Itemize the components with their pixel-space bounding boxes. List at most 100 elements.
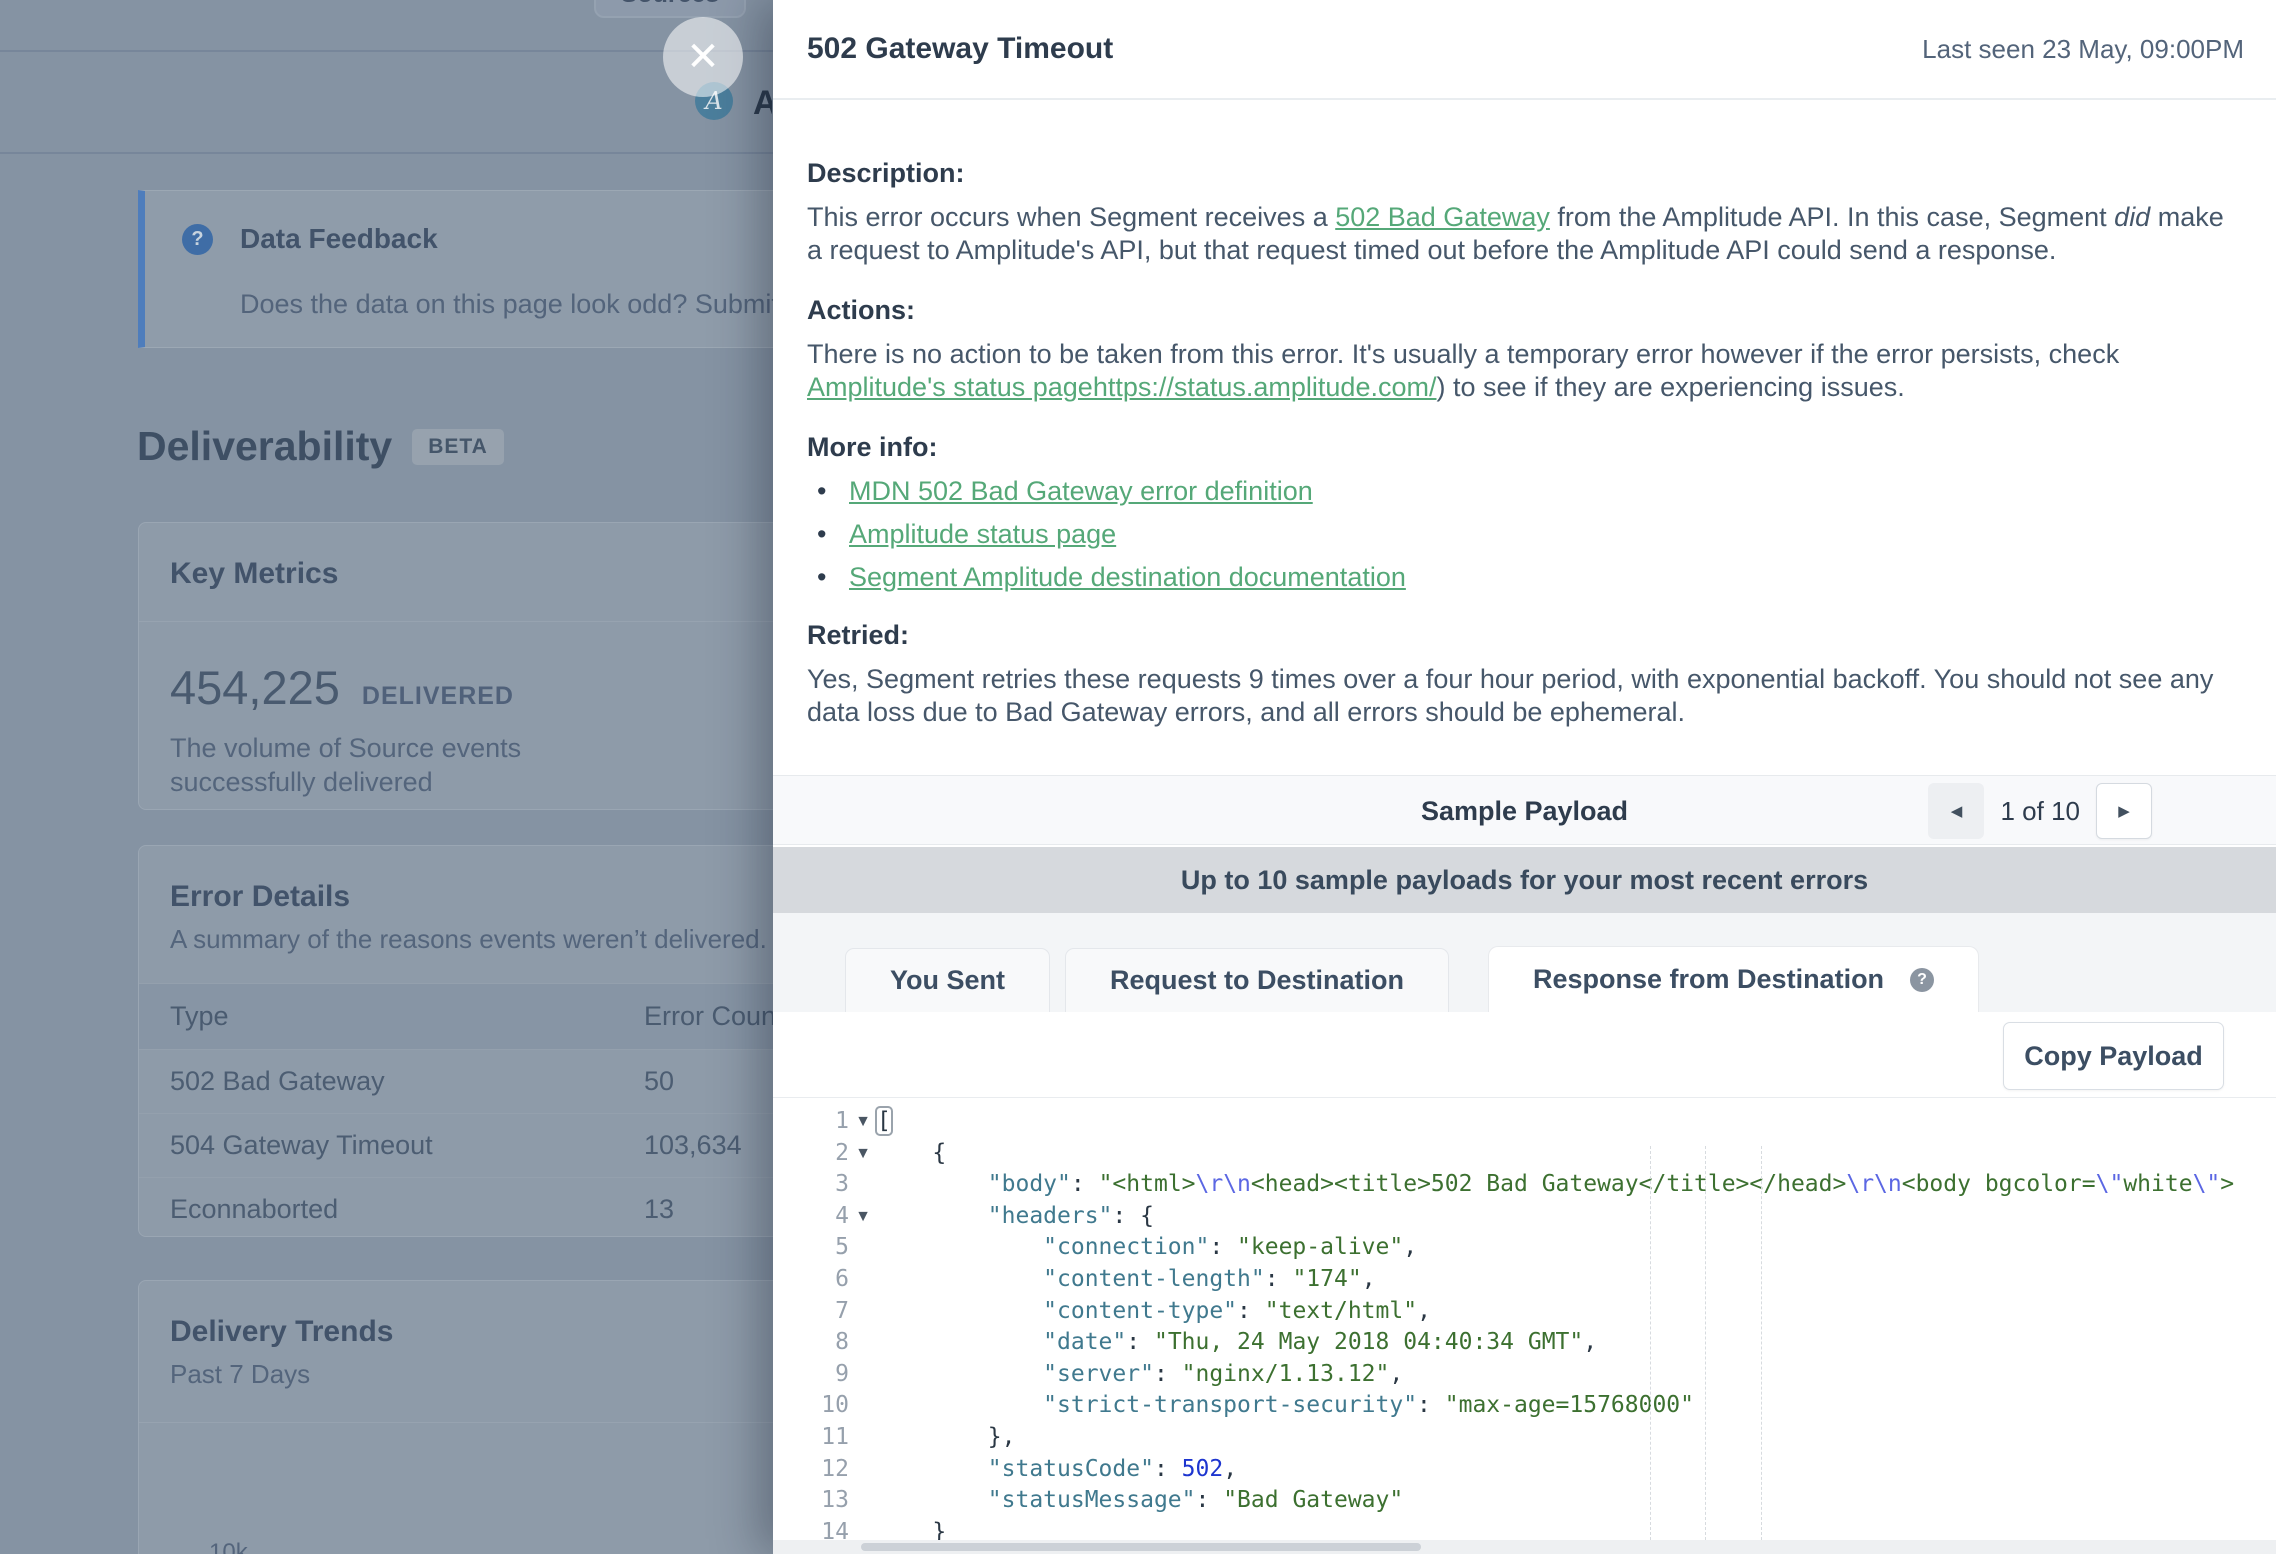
next-payload-button[interactable]: ▶: [2096, 783, 2152, 839]
fold-gutter: [849, 1422, 877, 1454]
topbar-divider: [0, 50, 773, 52]
fold-arrow-icon[interactable]: ▼: [849, 1138, 877, 1170]
more-info-item: Segment Amplitude destination documentat…: [817, 561, 2242, 594]
page-title-clipped: Amplitude: [753, 84, 772, 126]
line-number: 8: [807, 1327, 849, 1359]
indent-guide: [1705, 1146, 1706, 1540]
code-line: 14 }: [807, 1517, 2276, 1540]
panel-title: 502 Gateway Timeout: [807, 32, 1113, 66]
description-heading: Description:: [807, 158, 2242, 189]
inline-link[interactable]: 502 Bad Gateway: [1335, 202, 1550, 232]
payload-code-editor[interactable]: 1▼[2▼ {3 "body": "<html>\r\n<head><title…: [773, 1098, 2276, 1540]
retried-heading: Retried:: [807, 620, 2242, 651]
pageheader-divider: [0, 152, 773, 154]
more-info-item: Amplitude status page: [817, 518, 2242, 551]
panel-body: Description: This error occurs when Segm…: [773, 100, 2276, 729]
question-circle-icon: ?: [182, 224, 213, 255]
line-number: 2: [807, 1138, 849, 1170]
data-feedback-title: Data Feedback: [240, 223, 438, 255]
fold-gutter: [849, 1517, 877, 1540]
more-info-list: MDN 502 Bad Gateway error definition Ampl…: [817, 475, 2242, 594]
tab-response-from-destination[interactable]: Response from Destination?: [1488, 946, 1979, 1012]
delivery-trends-card: Delivery Trends Past 7 Days 10k: [138, 1280, 838, 1554]
error-table-row: 502 Bad Gateway50: [139, 1049, 837, 1113]
code-line: 5 "connection": "keep-alive",: [807, 1232, 2276, 1264]
code-line: 7 "content-type": "text/html",: [807, 1296, 2276, 1328]
line-number: 14: [807, 1517, 849, 1540]
code-line: 6 "content-length": "174",: [807, 1264, 2276, 1296]
line-number: 9: [807, 1359, 849, 1391]
line-number: 13: [807, 1485, 849, 1517]
fold-gutter: [849, 1359, 877, 1391]
close-icon: ✕: [686, 34, 720, 80]
payload-notice-strip: Up to 10 sample payloads for your most r…: [773, 847, 2276, 913]
line-number: 5: [807, 1232, 849, 1264]
copy-row: Copy Payload: [773, 1012, 2276, 1098]
scrollbar-thumb[interactable]: [861, 1543, 1421, 1551]
retried-paragraph: Yes, Segment retries these requests 9 ti…: [807, 663, 2227, 729]
sources-tab[interactable]: Sources: [594, 0, 746, 18]
error-details-subtitle: A summary of the reasons events weren’t …: [139, 914, 837, 955]
card-divider: [139, 1422, 837, 1423]
fold-arrow-icon[interactable]: ▼: [849, 1201, 877, 1233]
error-detail-panel: 502 Gateway Timeout Last seen 23 May, 09…: [773, 0, 2276, 1554]
code-line: 4▼ "headers": {: [807, 1201, 2276, 1233]
code-line: 11 },: [807, 1422, 2276, 1454]
fold-gutter: [849, 1327, 877, 1359]
delivery-trends-subtitle: Past 7 Days: [139, 1349, 837, 1390]
page-indicator: 1 of 10: [2000, 796, 2080, 827]
payload-pager: ◀ 1 of 10 ▶: [1928, 776, 2152, 846]
fold-arrow-icon[interactable]: ▼: [849, 1106, 877, 1138]
more-info-item: MDN 502 Bad Gateway error definition: [817, 475, 2242, 508]
beta-badge: BETA: [412, 429, 504, 465]
fold-gutter: [849, 1390, 877, 1422]
tab-you-sent[interactable]: You Sent: [845, 948, 1050, 1012]
panel-header: 502 Gateway Timeout Last seen 23 May, 09…: [773, 0, 2276, 100]
indent-guide: [1650, 1146, 1651, 1540]
error-details-title: Error Details: [139, 846, 837, 914]
copy-payload-button[interactable]: Copy Payload: [2003, 1022, 2224, 1090]
close-button[interactable]: ✕: [663, 17, 743, 97]
more-info-link[interactable]: Amplitude status page: [849, 519, 1116, 549]
code-line: 8 "date": "Thu, 24 May 2018 04:40:34 GMT…: [807, 1327, 2276, 1359]
fold-gutter: [849, 1232, 877, 1264]
next-arrow-icon: ▶: [2118, 802, 2130, 820]
inline-link[interactable]: Amplitude's status pagehttps://status.am…: [807, 372, 1436, 402]
prev-arrow-icon: ◀: [1951, 802, 1963, 820]
cursor-bracket: [: [877, 1108, 891, 1134]
code-line: 12 "statusCode": 502,: [807, 1454, 2276, 1486]
fold-gutter: [849, 1485, 877, 1517]
delivery-trends-title: Delivery Trends: [139, 1281, 837, 1349]
error-table-header: Type Error Count: [139, 983, 837, 1049]
horizontal-scrollbar[interactable]: [773, 1540, 2276, 1554]
actions-paragraph: There is no action to be taken from this…: [807, 338, 2227, 404]
last-seen-timestamp: Last seen 23 May, 09:00PM: [1922, 34, 2244, 65]
line-number: 6: [807, 1264, 849, 1296]
line-number: 4: [807, 1201, 849, 1233]
line-number: 3: [807, 1169, 849, 1201]
sample-payload-bar: Sample Payload ◀ 1 of 10 ▶: [773, 775, 2276, 845]
line-number: 1: [807, 1106, 849, 1138]
actions-heading: Actions:: [807, 295, 2242, 326]
description-paragraph: This error occurs when Segment receives …: [807, 201, 2227, 267]
prev-payload-button[interactable]: ◀: [1928, 783, 1984, 839]
payload-tabs: You SentRequest to Destination Response f…: [773, 913, 2276, 1012]
fold-gutter: [849, 1296, 877, 1328]
tab-request-to-destination[interactable]: Request to Destination: [1065, 948, 1449, 1012]
delivered-count: 454,225: [170, 660, 340, 715]
sources-tab-label: Sources: [621, 0, 720, 9]
error-table: Type Error Count 502 Bad Gateway50504 Ga…: [139, 983, 837, 1241]
delivered-label: DELIVERED: [362, 682, 514, 711]
y-axis-tick: 10k: [209, 1539, 248, 1554]
data-feedback-text: Does the data on this page look odd? Sub…: [240, 289, 837, 320]
more-info-heading: More info:: [807, 432, 2242, 463]
code-line: 13 "statusMessage": "Bad Gateway": [807, 1485, 2276, 1517]
help-icon[interactable]: ?: [1910, 968, 1934, 992]
more-info-link[interactable]: MDN 502 Bad Gateway error definition: [849, 476, 1313, 506]
delivered-description: The volume of Source events successfully…: [139, 715, 699, 799]
fold-gutter: [849, 1454, 877, 1486]
more-info-link[interactable]: Segment Amplitude destination documentat…: [849, 562, 1406, 592]
code-line: 2▼ {: [807, 1138, 2276, 1170]
data-feedback-banner: ? Data Feedback Does the data on this pa…: [138, 190, 838, 348]
deliverability-heading: Deliverability BETA: [137, 423, 504, 470]
